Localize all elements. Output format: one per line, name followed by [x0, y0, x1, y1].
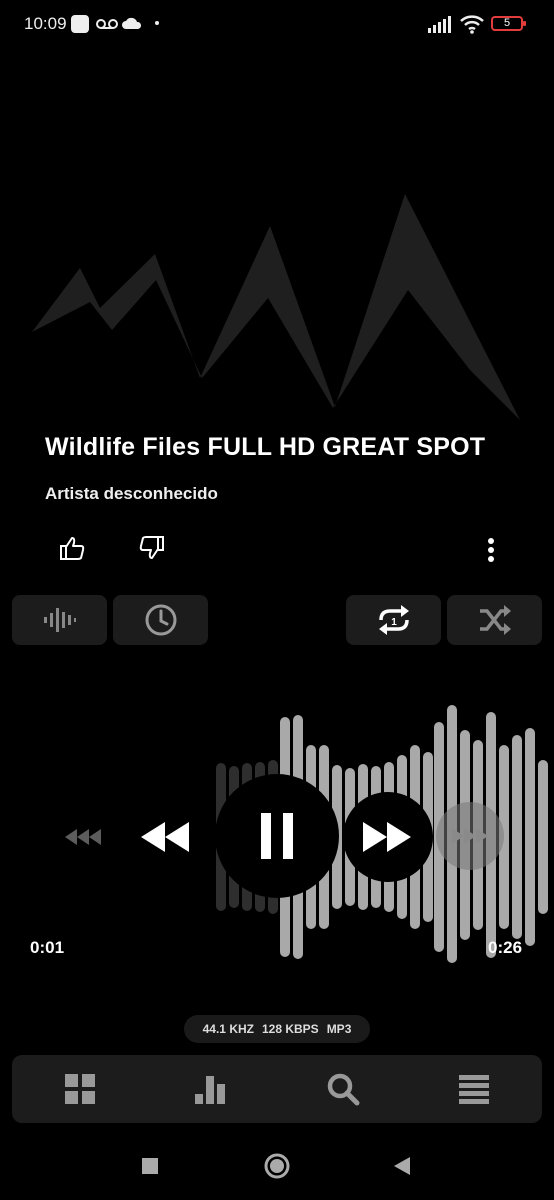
- nav-menu-button[interactable]: [444, 1063, 504, 1115]
- voicemail-icon: [96, 19, 118, 29]
- more-options-button[interactable]: [475, 532, 507, 568]
- square-icon: [142, 1158, 158, 1174]
- dot-icon: [155, 21, 159, 25]
- triple-forward-icon: [452, 828, 488, 844]
- chart-icon: [195, 1076, 225, 1104]
- bitrate: 128 KBPS: [261, 1022, 319, 1036]
- rewind-button[interactable]: [132, 810, 196, 864]
- repeat-one-icon: 1: [378, 605, 409, 635]
- fast-forward-icon: [363, 822, 411, 852]
- triple-rewind-icon: [65, 829, 101, 845]
- skip-forward-button[interactable]: [436, 802, 504, 870]
- recents-button[interactable]: [134, 1150, 166, 1182]
- cloud-icon: [122, 17, 142, 29]
- nav-stats-button[interactable]: [182, 1063, 242, 1115]
- menu-icon: [459, 1075, 489, 1104]
- home-button[interactable]: [260, 1149, 294, 1183]
- equalizer-button[interactable]: [12, 595, 107, 645]
- clock-icon: [145, 604, 176, 636]
- nav-search-button[interactable]: [313, 1063, 373, 1115]
- nav-library-button[interactable]: [50, 1063, 110, 1115]
- more-vertical-icon: [488, 538, 494, 562]
- home-circle-icon: [264, 1153, 290, 1179]
- back-button[interactable]: [386, 1150, 418, 1182]
- shuffle-icon: [479, 605, 511, 635]
- track-title: Wildlife Files FULL HD GREAT SPOT: [45, 433, 486, 461]
- signal-icon: [428, 16, 451, 33]
- shuffle-button[interactable]: [447, 595, 542, 645]
- status-time: 10:09: [24, 14, 67, 33]
- battery-icon: 5: [491, 16, 526, 31]
- sleep-timer-button[interactable]: [113, 595, 208, 645]
- grid-icon: [65, 1074, 95, 1104]
- track-artist: Artista desconhecido: [45, 484, 218, 503]
- current-time: 0:01: [30, 938, 65, 957]
- svg-text:1: 1: [391, 617, 397, 628]
- file-format: MP3: [326, 1022, 352, 1036]
- square-notification-icon: [71, 15, 89, 33]
- thumbs-up-icon: [60, 537, 85, 560]
- skip-back-button[interactable]: [58, 817, 108, 857]
- pause-button[interactable]: [215, 774, 339, 898]
- back-triangle-icon: [394, 1157, 410, 1175]
- sample-rate: 44.1 KHZ: [202, 1022, 254, 1036]
- thumbs-down-icon: [139, 536, 164, 559]
- rewind-icon: [141, 822, 189, 852]
- audio-info-badge: 44.1 KHZ 128 KBPS MP3: [184, 1015, 370, 1043]
- total-time: 0:26: [488, 938, 523, 957]
- like-button[interactable]: [52, 530, 92, 566]
- repeat-one-button[interactable]: 1: [346, 595, 441, 645]
- fast-forward-button[interactable]: [343, 792, 433, 882]
- wifi-icon: [460, 15, 484, 34]
- search-icon: [327, 1073, 360, 1106]
- album-art-icon: [32, 194, 520, 420]
- dislike-button[interactable]: [132, 530, 172, 566]
- pause-icon: [261, 813, 293, 859]
- waveform-icon: [43, 608, 76, 632]
